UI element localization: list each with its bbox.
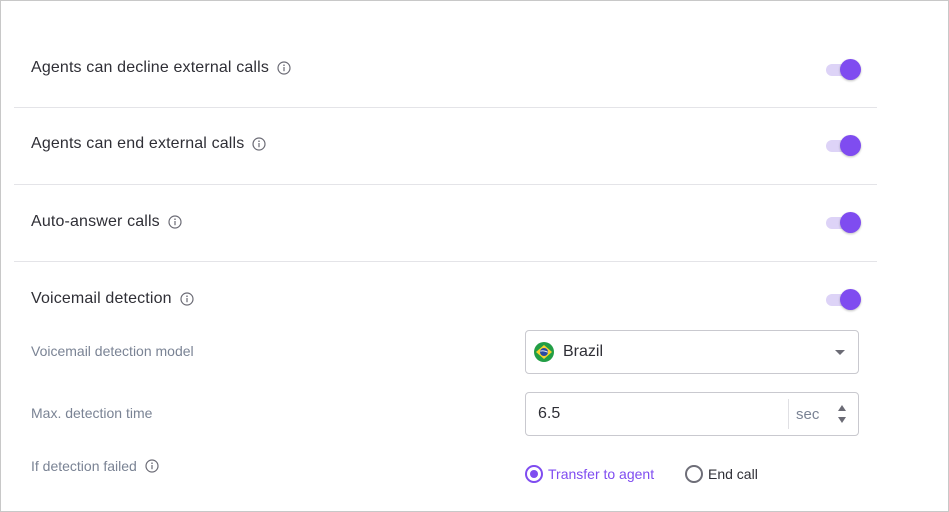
caret-down-icon[interactable] bbox=[835, 350, 845, 355]
detection-failed-label: If detection failed bbox=[31, 458, 159, 474]
info-icon[interactable] bbox=[168, 215, 182, 229]
toggle-knob bbox=[840, 59, 861, 80]
radio-end-call[interactable]: End call bbox=[685, 465, 758, 483]
unit-label: sec bbox=[796, 406, 820, 423]
toggle-knob bbox=[840, 289, 861, 310]
radio-label-transfer: Transfer to agent bbox=[548, 466, 655, 482]
max-detection-time-input[interactable] bbox=[526, 393, 786, 435]
toggle-end-external[interactable] bbox=[826, 135, 862, 156]
settings-panel: Agents can decline external calls Agents… bbox=[0, 0, 949, 512]
unit-divider bbox=[788, 399, 789, 429]
max-detection-time-field: sec bbox=[525, 392, 859, 436]
toggle-knob bbox=[840, 212, 861, 233]
info-icon[interactable] bbox=[145, 459, 159, 473]
setting-label-end-external: Agents can end external calls bbox=[31, 135, 266, 153]
setting-label-auto-answer: Auto-answer calls bbox=[31, 213, 182, 231]
setting-row-decline-external: Agents can decline external calls bbox=[14, 30, 877, 108]
setting-row-end-external: Agents can end external calls bbox=[14, 107, 877, 185]
voicemail-model-label: Voicemail detection model bbox=[31, 343, 194, 359]
setting-row-auto-answer: Auto-answer calls bbox=[14, 184, 877, 262]
toggle-auto-answer[interactable] bbox=[826, 212, 862, 233]
toggle-decline-external[interactable] bbox=[826, 59, 862, 80]
info-icon[interactable] bbox=[252, 137, 266, 151]
toggle-voicemail-detection[interactable] bbox=[826, 289, 862, 310]
toggle-knob bbox=[840, 135, 861, 156]
voicemail-model-value: Brazil bbox=[563, 343, 604, 360]
radio-unchecked-icon[interactable] bbox=[685, 465, 703, 483]
voicemail-model-select[interactable]: Brazil bbox=[525, 330, 859, 374]
info-icon[interactable] bbox=[180, 292, 194, 306]
max-detection-time-label: Max. detection time bbox=[31, 405, 153, 421]
spin-down-icon[interactable] bbox=[838, 417, 846, 423]
setting-label-decline-external: Agents can decline external calls bbox=[31, 59, 291, 77]
spinner-arrows-icon[interactable] bbox=[837, 405, 849, 425]
spin-up-icon[interactable] bbox=[838, 405, 846, 411]
brazil-flag-icon bbox=[534, 342, 554, 362]
radio-checked-icon[interactable] bbox=[525, 465, 543, 483]
radio-transfer-to-agent[interactable]: Transfer to agent bbox=[525, 465, 654, 483]
info-icon[interactable] bbox=[277, 61, 291, 75]
setting-label-voicemail-detection: Voicemail detection bbox=[31, 290, 194, 308]
radio-label-end-call: End call bbox=[708, 466, 758, 482]
